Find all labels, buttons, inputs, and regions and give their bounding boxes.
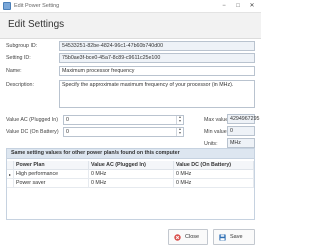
dialog-footer: Close Save — [0, 225, 261, 250]
spin-down-icon[interactable]: ▼ — [177, 132, 183, 136]
other-plans-title: Same setting values for other power plan… — [7, 149, 254, 159]
name-label: Name: — [6, 68, 22, 74]
plan-ac-cell[interactable]: 0 MHz — [88, 178, 174, 188]
column-header-power-plan[interactable]: Power Plan — [13, 161, 89, 170]
page-title: Edit Settings — [8, 19, 65, 30]
value-dc-stepper[interactable]: 0 ▲ ▼ — [63, 127, 184, 137]
column-header-value-ac[interactable]: Value AC (Plugged In) — [88, 161, 174, 170]
setting-id-label: Setting ID: — [6, 55, 31, 61]
min-value-field: 0 — [227, 126, 255, 136]
window-controls: − □ ✕ — [217, 1, 259, 10]
x-circle-icon — [174, 233, 181, 241]
plan-name-cell[interactable]: Power saver — [13, 178, 89, 188]
setting-id-field[interactable]: 75b0ae3f-bce0-45a7-8c89-c9611c25e100 — [59, 53, 255, 63]
dialog-header: Edit Settings — [0, 13, 261, 39]
table-row[interactable]: ▸ High performance 0 MHz 0 MHz — [7, 169, 254, 179]
app-icon — [3, 2, 11, 10]
close-window-button[interactable]: ✕ — [245, 1, 259, 10]
subgroup-id-label: Subgroup ID: — [6, 43, 38, 49]
value-dc-label: Value DC (On Battery) — [6, 129, 59, 135]
plan-name-cell[interactable]: High performance — [13, 169, 89, 179]
name-field[interactable]: Maximum processor frequency — [59, 66, 255, 76]
minimize-button[interactable]: − — [217, 1, 231, 10]
save-button-label: Save — [230, 234, 243, 240]
plan-ac-cell[interactable]: 0 MHz — [88, 169, 174, 179]
plan-dc-cell[interactable]: 0 MHz — [173, 169, 254, 179]
title-bar: Edit Power Setting − □ ✕ — [0, 0, 261, 13]
table-row[interactable]: Power saver 0 MHz 0 MHz — [7, 178, 254, 188]
description-label: Description: — [6, 82, 34, 88]
units-field: MHz — [227, 138, 255, 148]
value-ac-label: Value AC (Plugged In) — [6, 117, 59, 123]
close-button[interactable]: Close — [168, 229, 208, 245]
column-header-value-dc[interactable]: Value DC (On Battery) — [173, 161, 254, 170]
min-value-label: Min value: — [204, 129, 229, 135]
floppy-disk-icon — [219, 233, 226, 241]
subgroup-id-field[interactable]: 54533251-82be-4824-96c1-47b60b740d00 — [59, 41, 255, 51]
other-plans-group: Same setting values for other power plan… — [6, 148, 255, 220]
value-ac-value: 0 — [66, 117, 69, 123]
value-ac-spin-arrows[interactable]: ▲ ▼ — [176, 116, 183, 124]
value-dc-spin-arrows[interactable]: ▲ ▼ — [176, 128, 183, 136]
plans-table-header-row: Power Plan Value AC (Plugged In) Value D… — [7, 161, 254, 170]
window-title: Edit Power Setting — [14, 3, 60, 9]
max-value-label: Max value: — [204, 117, 230, 123]
maximize-button[interactable]: □ — [231, 1, 245, 10]
save-button[interactable]: Save — [213, 229, 255, 245]
spin-down-icon[interactable]: ▼ — [177, 120, 183, 124]
plans-table: Power Plan Value AC (Plugged In) Value D… — [7, 161, 254, 188]
close-button-label: Close — [185, 234, 200, 240]
units-label: Units: — [204, 141, 218, 147]
description-field[interactable]: Specify the approximate maximum frequenc… — [59, 80, 255, 108]
value-dc-value: 0 — [66, 129, 69, 135]
value-ac-stepper[interactable]: 0 ▲ ▼ — [63, 115, 184, 125]
max-value-field: 4294967295 — [227, 114, 259, 124]
plan-dc-cell[interactable]: 0 MHz — [173, 178, 254, 188]
